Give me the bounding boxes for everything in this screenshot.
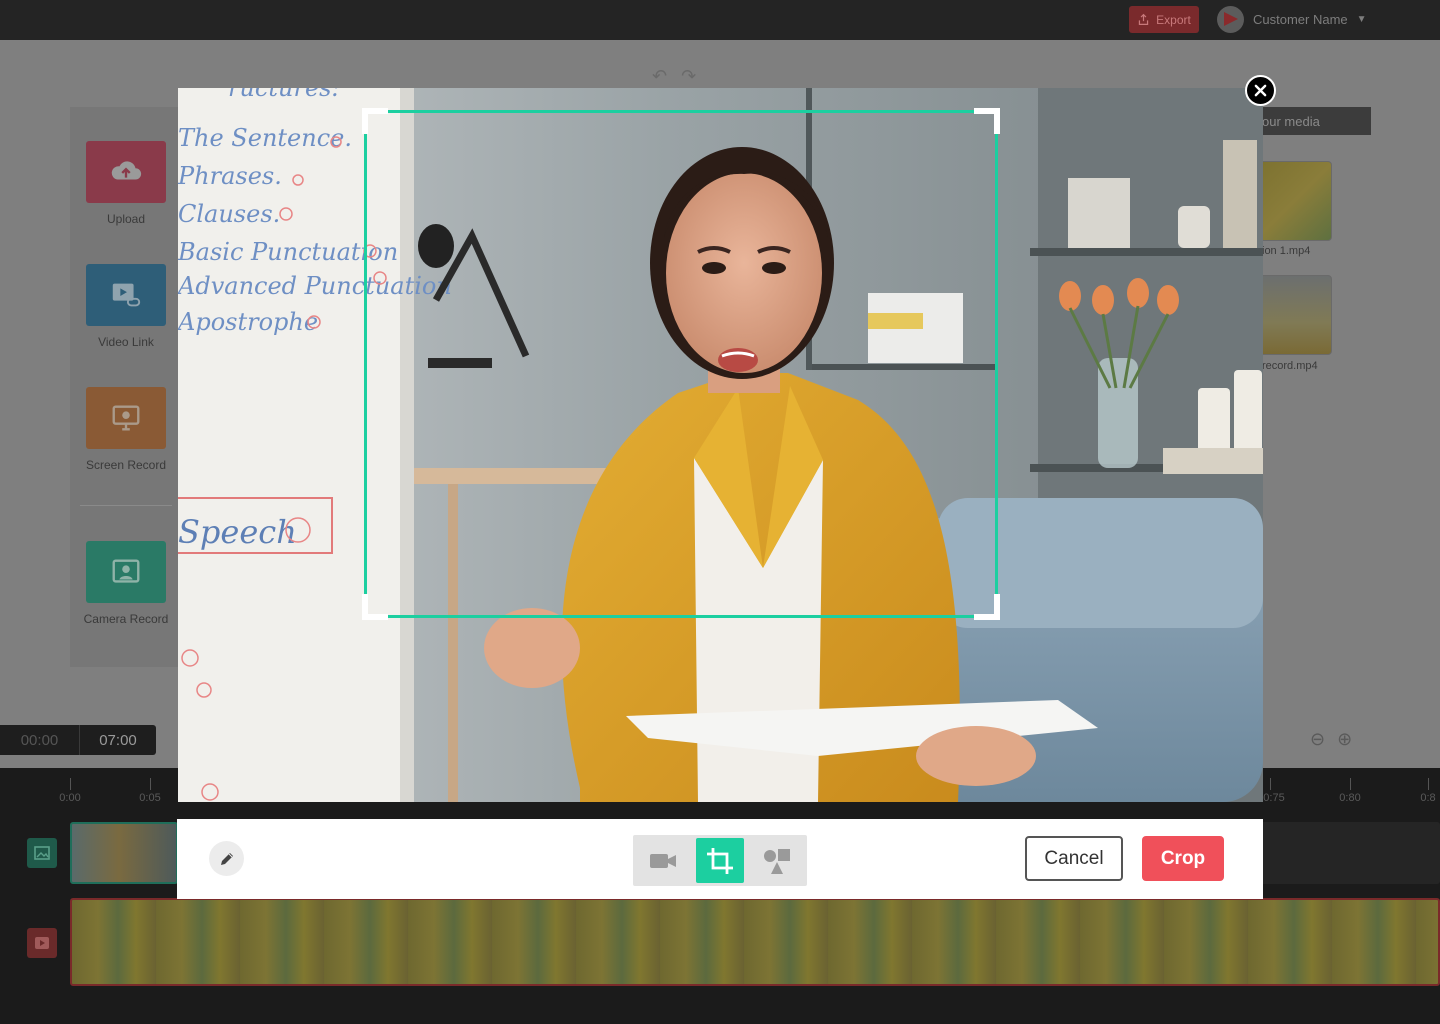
media-thumbnail[interactable]: [1258, 161, 1332, 241]
close-button[interactable]: [1245, 75, 1276, 106]
media-track-icon: [27, 928, 57, 958]
video-camera-icon: [650, 853, 677, 868]
timecode-display: 00:00 07:00: [0, 725, 156, 755]
crop-icon: [707, 847, 733, 874]
tool-label: Camera Record: [83, 612, 169, 626]
ruler-label: 0:75: [1263, 792, 1285, 804]
mode-shapes-button[interactable]: [752, 838, 801, 883]
crop-handle-top-right[interactable]: [974, 108, 1000, 134]
shapes-icon: [763, 848, 790, 874]
camera-record-icon: [112, 559, 140, 583]
video-link-icon: [112, 283, 141, 307]
tool-label: Upload: [106, 212, 146, 226]
image-icon: [34, 846, 50, 860]
screen-record-tool[interactable]: Screen Record: [70, 387, 182, 472]
zoom-out-icon[interactable]: ⊖: [1310, 729, 1337, 749]
upload-tool[interactable]: Upload: [70, 141, 182, 226]
ruler-tick: [1350, 778, 1351, 790]
monitor-icon: [112, 405, 140, 431]
chevron-down-icon: ▼: [1356, 14, 1367, 25]
media-library-header: our media: [1258, 107, 1371, 135]
customer-name: Customer Name: [1253, 12, 1348, 27]
ruler-label: 0:80: [1339, 792, 1361, 804]
crop-toolbar: Cancel Crop: [177, 819, 1263, 899]
divider: [80, 505, 172, 506]
video-clip[interactable]: [70, 822, 178, 884]
tool-label: Video Link: [98, 335, 154, 349]
redo-icon[interactable]: ↷: [681, 66, 710, 86]
camera-record-tool[interactable]: Camera Record: [70, 541, 182, 626]
svg-text:Phrases.: Phrases.: [178, 162, 282, 190]
edit-button[interactable]: [209, 841, 244, 876]
cancel-button[interactable]: Cancel: [1025, 836, 1123, 881]
crop-handle-bottom-left[interactable]: [362, 594, 388, 620]
mode-crop-button[interactable]: [695, 838, 745, 883]
account-menu[interactable]: Customer Name ▼: [1217, 6, 1367, 33]
crop-selection[interactable]: [362, 108, 1000, 620]
ruler-label: 0:00: [59, 792, 81, 804]
crop-button[interactable]: Crop: [1142, 836, 1224, 881]
crop-handle-bottom-right[interactable]: [974, 594, 1000, 620]
ruler-label: 0:8: [1420, 792, 1436, 804]
media-source-panel: Upload Video Link Screen Record Camera R…: [70, 107, 182, 667]
screen-record-tile: [86, 387, 166, 449]
crop-handle-top-left[interactable]: [362, 108, 388, 134]
total-time: 07:00: [99, 731, 137, 749]
media-filename: record.mp4: [1262, 360, 1318, 372]
media-filename: ion 1.mp4: [1262, 245, 1311, 257]
svg-text:The Sentence.: The Sentence.: [178, 124, 352, 152]
export-button[interactable]: Export: [1129, 6, 1199, 33]
mode-video-button[interactable]: [639, 838, 688, 883]
camera-record-tile: [86, 541, 166, 603]
background-clip[interactable]: [70, 898, 1440, 986]
zoom-controls: ⊖⊕: [1310, 729, 1364, 750]
zoom-in-icon[interactable]: ⊕: [1337, 729, 1364, 749]
mode-switcher: [633, 835, 807, 886]
undo-icon[interactable]: ↶: [652, 66, 681, 86]
ruler-tick: [70, 778, 71, 790]
svg-text:Apostrophe: Apostrophe: [178, 308, 318, 336]
pencil-icon: [220, 852, 233, 865]
svg-text:ructures:: ructures:: [228, 88, 340, 102]
tool-label: Screen Record: [85, 458, 167, 472]
cloud-upload-icon: [111, 161, 142, 180]
media-thumbnail[interactable]: [1258, 275, 1332, 355]
export-icon: [1138, 13, 1149, 25]
ruler-tick: [1270, 778, 1271, 790]
ruler-tick: [150, 778, 151, 790]
close-icon: [1254, 84, 1267, 97]
avatar: [1217, 6, 1244, 33]
play-icon: [35, 937, 49, 949]
video-link-tile: [86, 264, 166, 326]
upload-tile: [86, 141, 166, 203]
top-bar: Export Customer Name ▼: [0, 0, 1440, 40]
video-link-tool[interactable]: Video Link: [70, 264, 182, 349]
ruler-tick: [1428, 778, 1429, 790]
ruler-label: 0:05: [139, 792, 161, 804]
whiteboard-speech: Speech: [178, 513, 297, 551]
export-label: Export: [1156, 12, 1191, 27]
undo-redo: ↶↷: [652, 66, 710, 87]
current-time: 00:00: [0, 725, 80, 755]
image-track-icon: [27, 838, 57, 868]
svg-text:Clauses.: Clauses.: [178, 200, 280, 228]
